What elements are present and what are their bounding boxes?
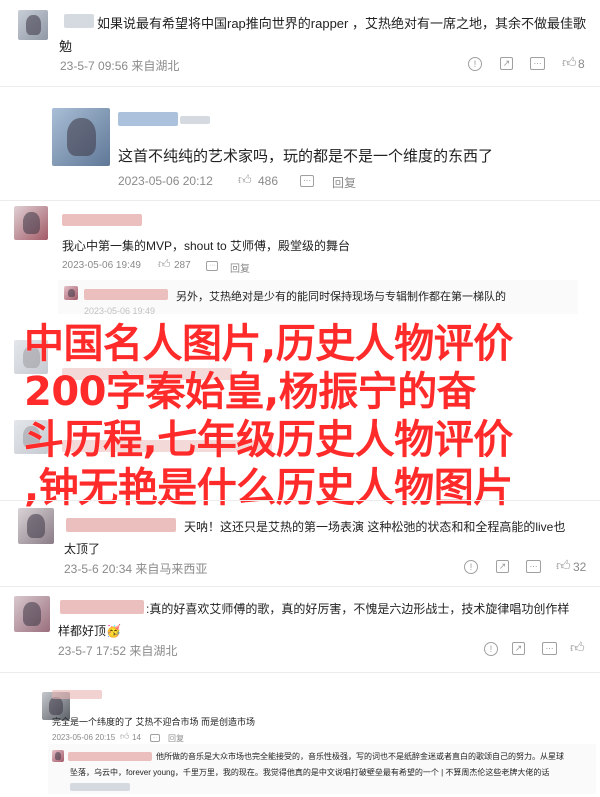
like-count: 14	[132, 733, 141, 742]
username-blur[interactable]	[62, 214, 142, 226]
comment-meta: 23-5-7 09:56 来自湖北	[60, 59, 180, 73]
comment-meta: 2023-05-06 19:49	[62, 260, 141, 271]
reply-meta-blur	[70, 783, 130, 791]
like-count: 8	[578, 57, 585, 71]
comment-meta: 2023-05-06 20:12	[118, 174, 213, 188]
like-count: 486	[258, 174, 279, 188]
overlay-line: 200字秦始皇,杨振宁的奋	[24, 369, 477, 415]
share-icon[interactable]: ↗	[512, 642, 525, 655]
share-icon[interactable]: ↗	[500, 57, 513, 70]
comment-text-cont: 太顶了	[64, 542, 101, 556]
comment-meta: 2023-05-06 20:15	[52, 733, 116, 742]
username-blur[interactable]	[66, 518, 176, 532]
like-icon[interactable]: 👍︎	[556, 557, 571, 574]
report-icon[interactable]: !	[464, 560, 478, 574]
like-icon[interactable]: 👍︎	[158, 257, 171, 272]
avatar[interactable]	[64, 286, 78, 300]
username-blur[interactable]	[52, 690, 102, 699]
comment-text: 这首不纯纯的艺术家吗，玩的都是不是一个维度的东西了	[118, 148, 494, 165]
comment-text: 天呐！这还只是艾热的第一场表演 这种松弛的状态和和全程高能的live也	[184, 520, 566, 534]
like-icon[interactable]: 👍︎	[238, 172, 252, 188]
username-blur[interactable]	[64, 14, 94, 28]
overlay-line: ,钟无艳是什么历史人物图片	[24, 465, 513, 511]
avatar[interactable]	[18, 10, 48, 40]
reply-text: 另外，艾热绝对是少有的能同时保持现场与专辑制作都在第一梯队的	[176, 291, 506, 303]
comment-icon[interactable]: ⋯	[530, 57, 545, 70]
comment-icon[interactable]: ⋯	[542, 642, 557, 655]
comment-icon[interactable]: ⋯	[150, 734, 160, 742]
comment-text: :真的好喜欢艾师傅的歌，真的好厉害，不愧是六边形战士，技术旋律唱功创作样	[146, 602, 570, 616]
reply-button[interactable]: 回复	[168, 733, 184, 744]
avatar[interactable]	[52, 750, 64, 762]
username-blur[interactable]	[68, 752, 152, 761]
like-icon[interactable]: 👍︎	[120, 731, 129, 742]
username-blur[interactable]	[84, 289, 168, 300]
comment-icon[interactable]: ⋯	[526, 560, 541, 573]
like-icon[interactable]: 👍︎	[570, 639, 585, 656]
comment-icon[interactable]: ⋯	[300, 175, 314, 187]
avatar[interactable]	[14, 596, 50, 632]
reply-text: 他所做的音乐是大众市场也完全能接受的，音乐性极强，写的词也不是纸醉金迷或者直白的…	[156, 752, 564, 761]
comment-text: 如果说最有希望将中国rap推向世界的rapper ，艾热绝对有一席之地，其余不做…	[97, 16, 586, 31]
avatar[interactable]	[52, 108, 110, 166]
comment-meta: 23-5-6 20:34 来自马来西亚	[64, 562, 208, 576]
comment-text: 我心中第一集的MVP，shout to 艾师傅，殿堂级的舞台	[62, 239, 351, 253]
comment-icon[interactable]: ⋯	[206, 261, 218, 271]
like-count: 32	[573, 560, 587, 574]
like-count: 287	[174, 260, 191, 271]
reply-meta: 2023-05-06 19:49	[84, 306, 156, 316]
report-icon[interactable]: !	[468, 57, 482, 71]
reply-text-cont: 坠落，乌云中，forever young，千里万里，我的现在。我觉得他真的是中文…	[70, 768, 550, 777]
comment-text-cont: 样都好顶🥳	[58, 624, 121, 638]
username-blur[interactable]	[118, 112, 178, 126]
username-blur[interactable]	[60, 600, 144, 614]
overlay-line: 中国名人图片,历史人物评价	[24, 321, 513, 367]
share-icon[interactable]: ↗	[496, 560, 509, 573]
overlay-line: 斗历程,七年级历史人物评价	[24, 417, 513, 463]
report-icon[interactable]: !	[484, 642, 498, 656]
overlay-title: 中国名人图片,历史人物评价 200字秦始皇,杨振宁的奋 斗历程,七年级历史人物评…	[24, 320, 584, 512]
comment-text: 完全是一个纬度的了 艾热不迎合市场 而是创造市场	[52, 717, 256, 727]
like-icon[interactable]: 👍︎	[562, 54, 577, 71]
username-blur	[180, 116, 210, 124]
comment-meta: 23-5-7 17:52 来自湖北	[58, 644, 178, 658]
reply-button[interactable]: 回复	[332, 174, 356, 191]
reply-button[interactable]: 回复	[230, 260, 250, 275]
avatar[interactable]	[14, 206, 48, 240]
avatar[interactable]	[18, 508, 54, 544]
comment-text-cont: 勉	[59, 39, 73, 54]
